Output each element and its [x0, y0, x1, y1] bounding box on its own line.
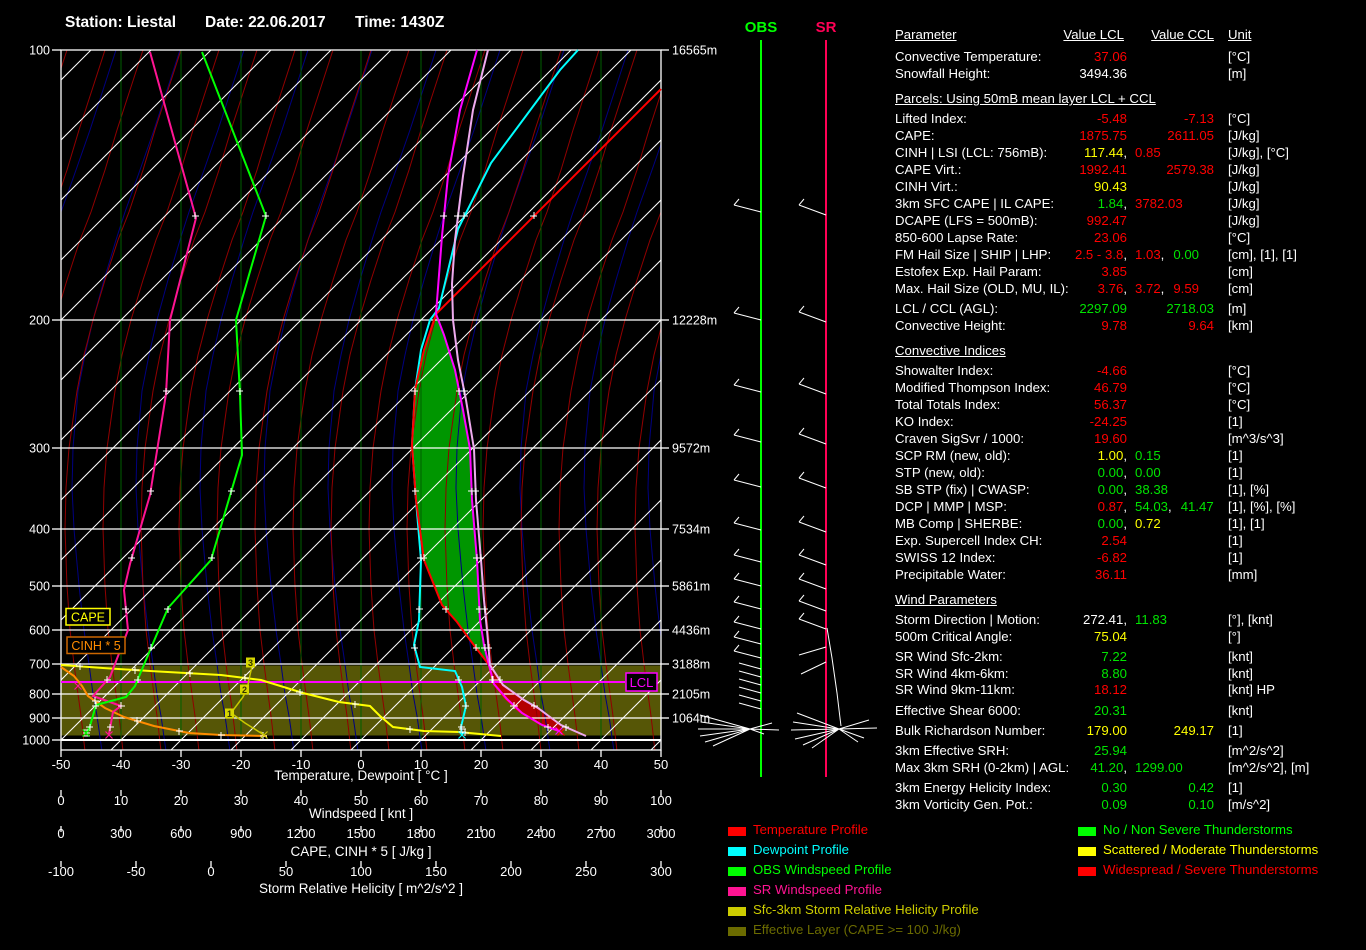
svg-text:3000: 3000 — [647, 826, 676, 841]
svg-text:2100: 2100 — [467, 826, 496, 841]
svg-text:50: 50 — [654, 757, 668, 772]
svg-text:40: 40 — [594, 757, 608, 772]
svg-text:400: 400 — [29, 523, 50, 537]
svg-text:3188m: 3188m — [672, 658, 710, 672]
svg-text:90: 90 — [594, 793, 608, 808]
svg-text:300: 300 — [650, 864, 672, 879]
svg-text:1200: 1200 — [287, 826, 316, 841]
svg-text:0: 0 — [207, 864, 214, 879]
svg-text:200: 200 — [500, 864, 522, 879]
svg-text:16565m: 16565m — [672, 44, 717, 58]
svg-text:30: 30 — [534, 757, 548, 772]
svg-text:1800: 1800 — [407, 826, 436, 841]
svg-text:-50: -50 — [52, 757, 71, 772]
svg-text:600: 600 — [170, 826, 192, 841]
svg-text:100: 100 — [650, 793, 672, 808]
svg-text:900: 900 — [230, 826, 252, 841]
svg-text:300: 300 — [29, 442, 50, 456]
svg-text:4436m: 4436m — [672, 624, 710, 638]
svg-text:150: 150 — [425, 864, 447, 879]
svg-text:30: 30 — [234, 793, 248, 808]
svg-text:-20: -20 — [232, 757, 251, 772]
svg-text:5861m: 5861m — [672, 580, 710, 594]
svg-text:900: 900 — [29, 712, 50, 726]
svg-text:1500: 1500 — [347, 826, 376, 841]
svg-text:2700: 2700 — [587, 826, 616, 841]
svg-text:200: 200 — [29, 314, 50, 328]
svg-text:100: 100 — [29, 44, 50, 58]
svg-text:12228m: 12228m — [672, 314, 717, 328]
svg-text:700: 700 — [29, 658, 50, 672]
svg-text:300: 300 — [110, 826, 132, 841]
svg-text:20: 20 — [474, 757, 488, 772]
svg-text:2: 2 — [242, 685, 247, 695]
svg-text:10: 10 — [114, 793, 128, 808]
svg-text:Storm Relative Helicity [ m^2: Storm Relative Helicity [ m^2/s^2 ] — [259, 881, 463, 896]
svg-text:1: 1 — [227, 709, 232, 719]
svg-text:80: 80 — [534, 793, 548, 808]
svg-text:-40: -40 — [112, 757, 131, 772]
svg-text:600: 600 — [29, 624, 50, 638]
svg-text:-50: -50 — [127, 864, 146, 879]
svg-text:40: 40 — [294, 793, 308, 808]
svg-text:SR: SR — [816, 19, 837, 36]
svg-text:CAPE, CINH * 5 [ J/kg ]: CAPE, CINH * 5 [ J/kg ] — [290, 844, 431, 859]
svg-text:500: 500 — [29, 580, 50, 594]
svg-text:CAPE: CAPE — [71, 611, 105, 625]
svg-text:Windspeed [ knt ]: Windspeed [ knt ] — [309, 806, 413, 821]
svg-text:2105m: 2105m — [672, 688, 710, 702]
svg-text:70: 70 — [474, 793, 488, 808]
svg-text:800: 800 — [29, 688, 50, 702]
svg-text:1064m: 1064m — [672, 712, 710, 726]
svg-text:LCL: LCL — [630, 675, 654, 690]
svg-text:250: 250 — [575, 864, 597, 879]
svg-text:-30: -30 — [172, 757, 191, 772]
svg-text:CINH * 5: CINH * 5 — [71, 639, 120, 653]
svg-text:0: 0 — [57, 826, 64, 841]
svg-text:20: 20 — [174, 793, 188, 808]
svg-text:60: 60 — [414, 793, 428, 808]
svg-text:7534m: 7534m — [672, 523, 710, 537]
svg-text:2400: 2400 — [527, 826, 556, 841]
svg-text:-100: -100 — [48, 864, 74, 879]
svg-text:Temperature, Dewpoint [ °C ]: Temperature, Dewpoint [ °C ] — [274, 768, 447, 783]
svg-text:3: 3 — [248, 658, 253, 668]
svg-text:1000: 1000 — [22, 734, 50, 748]
svg-text:50: 50 — [279, 864, 293, 879]
svg-text:9572m: 9572m — [672, 442, 710, 456]
svg-text:100: 100 — [350, 864, 372, 879]
svg-text:0: 0 — [57, 793, 64, 808]
svg-text:OBS: OBS — [745, 19, 778, 36]
